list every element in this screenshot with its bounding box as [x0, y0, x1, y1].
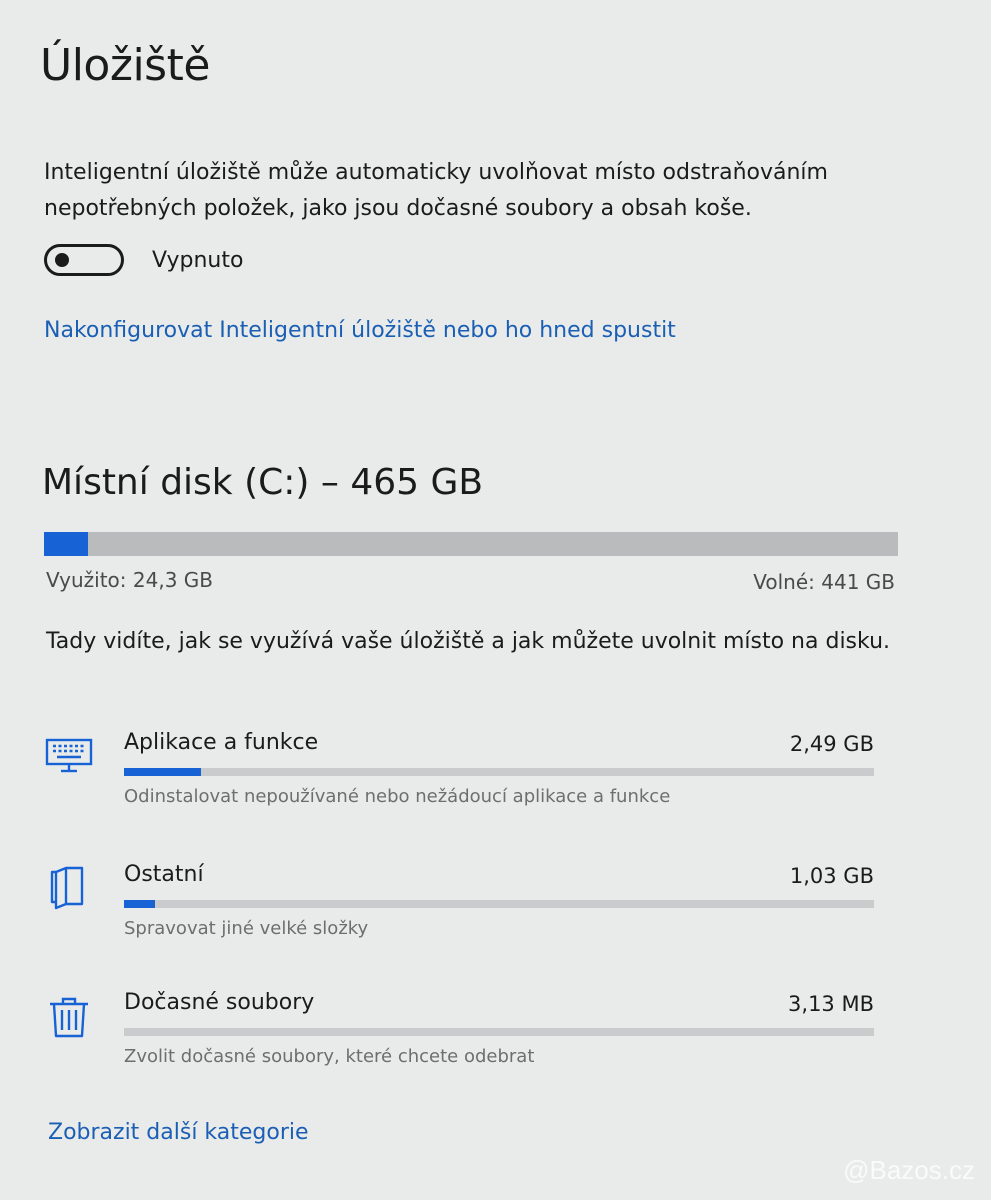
disk-used-label: Využito: 24,3 GB	[46, 568, 213, 592]
category-size: 1,03 GB	[789, 864, 874, 888]
category-usage-bar	[124, 768, 874, 776]
disk-free-label: Volné: 441 GB	[753, 570, 895, 594]
watermark-text: Bazos.cz	[869, 1155, 976, 1185]
category-name: Ostatní	[124, 862, 204, 887]
category-apps-features[interactable]: Aplikace a funkce 2,49 GB Odinstalovat n…	[44, 730, 884, 840]
category-usage-bar-fill	[124, 768, 202, 776]
category-subtitle: Zvolit dočasné soubory, které chcete ode…	[124, 1046, 535, 1067]
storage-sense-description: Inteligentní úložiště může automaticky u…	[44, 160, 828, 221]
disk-usage-bar	[44, 532, 898, 556]
storage-settings-page: Úložiště Inteligentní úložiště může auto…	[0, 0, 991, 1200]
category-subtitle: Spravovat jiné velké složky	[124, 918, 369, 939]
show-more-categories-link[interactable]: Zobrazit další kategorie	[48, 1120, 309, 1145]
disk-title: Místní disk (C:) – 465 GB	[42, 462, 484, 503]
category-size: 2,49 GB	[789, 732, 874, 756]
folder-icon	[50, 866, 84, 910]
apps-keyboard-icon	[45, 738, 93, 773]
trash-icon	[50, 997, 88, 1038]
storage-sense-toggle-row: Vypnuto	[44, 240, 243, 280]
category-usage-bar-fill	[124, 900, 156, 908]
toggle-state-label: Vypnuto	[152, 247, 244, 273]
storage-sense-toggle[interactable]	[44, 244, 124, 276]
category-name: Dočasné soubory	[124, 990, 315, 1015]
category-other[interactable]: Ostatní 1,03 GB Spravovat jiné velké slo…	[44, 862, 884, 972]
category-usage-bar	[124, 1028, 874, 1036]
category-size: 3,13 MB	[788, 992, 874, 1016]
category-name: Aplikace a funkce	[124, 730, 319, 755]
category-subtitle: Odinstalovat nepoužívané nebo nežádoucí …	[124, 786, 671, 807]
watermark-logo: @Bazos.cz	[843, 1155, 976, 1185]
page-title: Úložiště	[40, 40, 210, 91]
disk-usage-bar-fill	[44, 532, 89, 556]
configure-storage-sense-link[interactable]: Nakonfigurovat Inteligentní úložiště neb…	[44, 318, 676, 343]
category-usage-bar	[124, 900, 874, 908]
category-temp-files[interactable]: Dočasné soubory 3,13 MB Zvolit dočasné s…	[44, 990, 884, 1100]
toggle-knob	[55, 253, 69, 267]
storage-info-text: Tady vidíte, jak se využívá vaše úložišt…	[46, 629, 891, 654]
